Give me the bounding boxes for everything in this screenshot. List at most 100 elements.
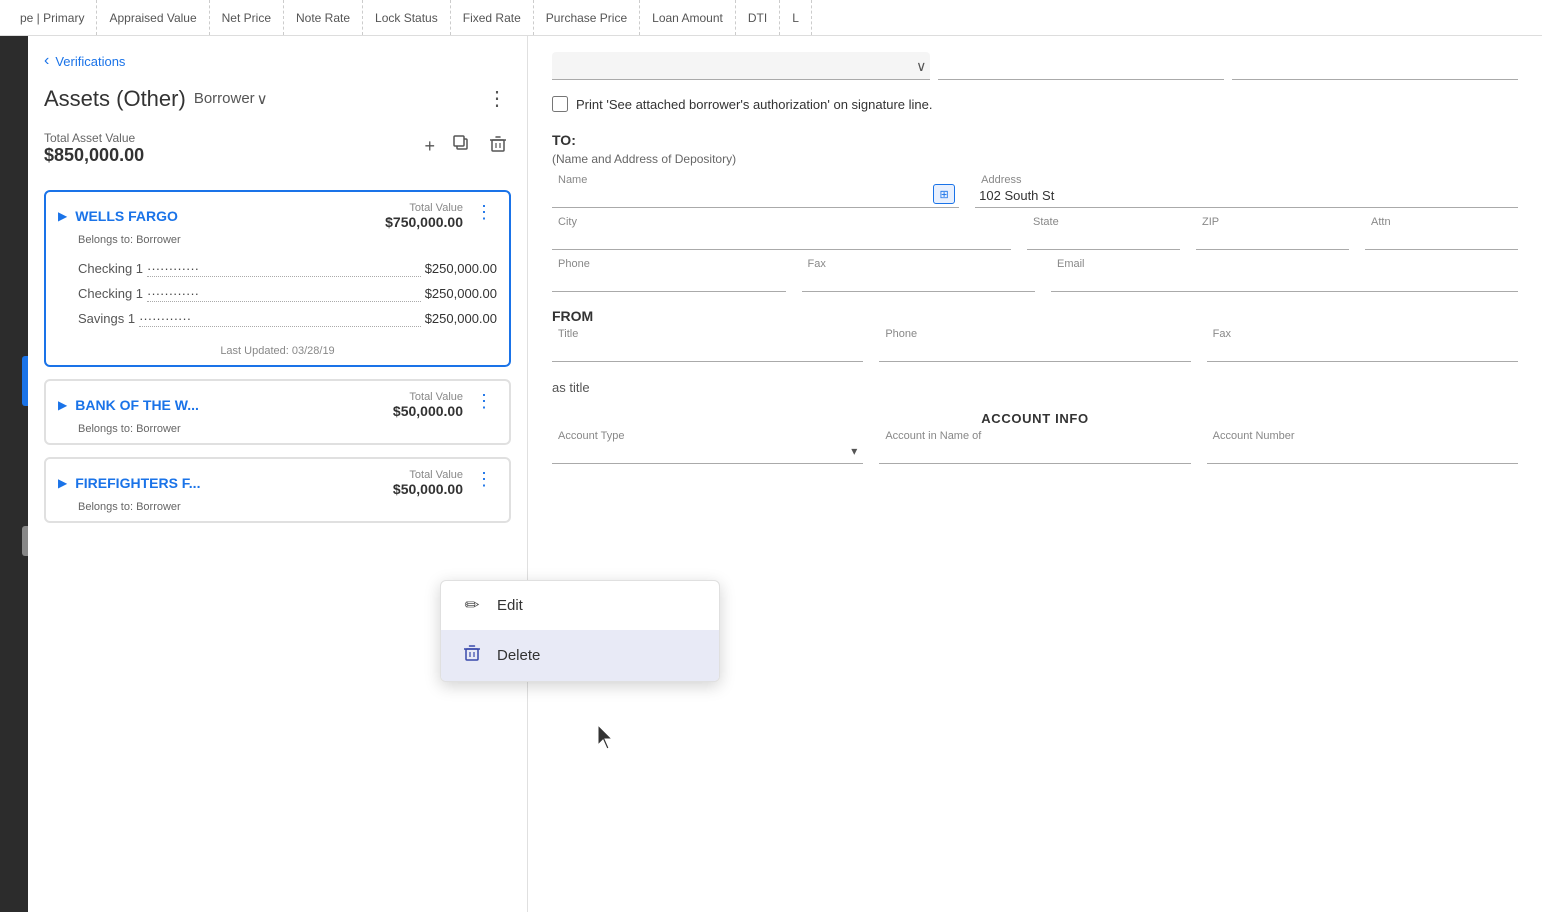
edit-icon: ✏ <box>461 595 483 616</box>
account-number-field-container: Account Number <box>1207 438 1518 464</box>
col-purchase-price: Purchase Price <box>534 0 640 35</box>
expand-icon[interactable]: ▶ <box>58 398 67 412</box>
col-net-price: Net Price <box>210 0 284 35</box>
expand-icon[interactable]: ▶ <box>58 476 67 490</box>
fax-label: Fax <box>806 258 828 270</box>
title-note-text: as title <box>552 380 590 395</box>
from-fax-field-container: Fax <box>1207 336 1518 362</box>
bank-sub-items: Checking 1 ············ $250,000.00 Chec… <box>46 254 509 341</box>
phone-fax-email-row: Phone Fax Email <box>552 266 1518 292</box>
page-more-options-button[interactable]: ⋮ <box>483 82 511 115</box>
breadcrumb[interactable]: ‹ Verifications <box>44 52 511 70</box>
col-lock-status: Lock Status <box>363 0 451 35</box>
total-value: $50,000.00 <box>393 403 463 419</box>
to-sublabel: (Name and Address of Depository) <box>552 152 1518 166</box>
sub-item: Checking 1 ············ $250,000.00 <box>78 283 497 308</box>
copy-asset-button[interactable] <box>449 131 475 162</box>
address-label: Address <box>979 174 1023 186</box>
page-title: Assets (Other) Borrower ∨ <box>44 86 268 112</box>
edit-menu-item[interactable]: ✏ Edit <box>441 581 719 630</box>
back-arrow-icon: ‹ <box>44 52 49 70</box>
sub-item-value: $250,000.00 <box>425 261 497 280</box>
sub-item-value: $250,000.00 <box>425 311 497 330</box>
city-label: City <box>556 216 579 228</box>
top-dropdown-row: ∨ <box>552 52 1518 80</box>
total-value: $50,000.00 <box>393 481 463 497</box>
sub-item-name: Checking 1 <box>78 286 143 305</box>
borrower-dropdown[interactable]: Borrower ∨ <box>194 90 268 108</box>
to-label: TO: <box>552 132 1518 148</box>
bank-menu-button[interactable]: ⋮ <box>471 202 497 223</box>
col-dti: DTI <box>736 0 780 35</box>
add-asset-button[interactable]: + <box>420 132 439 161</box>
sub-item: Checking 1 ············ $250,000.00 <box>78 258 497 283</box>
bank-name: FIREFIGHTERS F... <box>75 475 200 491</box>
dropdown-chevron-icon: ∨ <box>916 58 926 75</box>
sub-item-name: Savings 1 <box>78 311 135 330</box>
from-title-input[interactable] <box>552 336 863 362</box>
delete-asset-button[interactable] <box>485 131 511 162</box>
sub-item: Savings 1 ············ $250,000.00 <box>78 308 497 333</box>
wells-fargo-header: ▶ WELLS FARGO Total Value $750,000.00 ⋮ <box>46 192 509 234</box>
phone-label: Phone <box>556 258 592 270</box>
name-lookup-icon[interactable]: ⊞ <box>933 184 955 204</box>
phone-field-container: Phone <box>552 266 786 292</box>
fax-field-container: Fax <box>802 266 1036 292</box>
col-appraised: Appraised Value <box>97 0 209 35</box>
address-input[interactable] <box>975 182 1518 208</box>
bank-menu-button[interactable]: ⋮ <box>471 391 497 412</box>
account-type-field-container: Account Type Checking Savings Money Mark… <box>552 438 863 464</box>
email-input[interactable] <box>1051 266 1518 292</box>
chevron-down-icon: ∨ <box>257 90 268 108</box>
borrower-label: Borrower <box>194 90 255 107</box>
title-note: as title <box>552 378 1518 403</box>
dots-separator: ············ <box>147 286 421 302</box>
to-section: TO: (Name and Address of Depository) Nam… <box>552 132 1518 292</box>
fax-input[interactable] <box>802 266 1036 292</box>
sidebar-strip <box>0 36 28 912</box>
delete-menu-item[interactable]: Delete <box>441 630 719 681</box>
bank-owner: Belongs to: Borrower <box>66 423 509 443</box>
firefighters-header: ▶ FIREFIGHTERS F... Total Value $50,000.… <box>46 459 509 501</box>
wells-fargo-card: ▶ WELLS FARGO Total Value $750,000.00 ⋮ … <box>44 190 511 367</box>
city-state-zip-row: City State ZIP Attn <box>552 224 1518 250</box>
dots-separator: ············ <box>139 311 421 327</box>
bank-owner: Belongs to: Borrower <box>66 234 509 254</box>
from-phone-input[interactable] <box>879 336 1190 362</box>
from-title-label: Title <box>556 328 580 340</box>
attn-field-container: Attn <box>1365 224 1518 250</box>
account-info-label: ACCOUNT INFO <box>552 411 1518 426</box>
col-type: pe | Primary <box>8 0 97 35</box>
from-title-phone-fax-row: Title Phone Fax <box>552 336 1518 362</box>
edit-label: Edit <box>497 597 523 614</box>
from-phone-label: Phone <box>883 328 919 340</box>
total-value-label: Total Value <box>385 202 463 214</box>
account-type-label: Account Type <box>556 430 626 442</box>
total-value-label: Total Value <box>393 469 463 481</box>
delete-label: Delete <box>497 647 540 664</box>
from-title-field-container: Title <box>552 336 863 362</box>
account-info-row: Account Type Checking Savings Money Mark… <box>552 438 1518 464</box>
bank-of-w-header: ▶ BANK OF THE W... Total Value $50,000.0… <box>46 381 509 423</box>
bank-name: WELLS FARGO <box>75 208 178 224</box>
city-input[interactable] <box>552 224 1011 250</box>
total-asset-block: Total Asset Value $850,000.00 <box>44 131 144 166</box>
bank-of-w-card: ▶ BANK OF THE W... Total Value $50,000.0… <box>44 379 511 445</box>
dots-separator: ············ <box>147 261 421 277</box>
col-loan-amount: Loan Amount <box>640 0 736 35</box>
from-fax-input[interactable] <box>1207 336 1518 362</box>
breadcrumb-label: Verifications <box>55 54 125 69</box>
column-header-bar: pe | Primary Appraised Value Net Price N… <box>0 0 1542 36</box>
from-section: FROM Title Phone Fax as title <box>552 308 1518 403</box>
right-panel: ∨ Print 'See attached borrower's authori… <box>528 36 1542 912</box>
name-field-container: Name ⊞ <box>552 182 959 208</box>
name-input[interactable] <box>552 182 959 208</box>
firefighters-menu-button[interactable]: ⋮ <box>471 469 497 490</box>
firefighters-card: ▶ FIREFIGHTERS F... Total Value $50,000.… <box>44 457 511 523</box>
from-fax-label: Fax <box>1211 328 1233 340</box>
bank-owner: Belongs to: Borrower <box>66 501 509 521</box>
email-label: Email <box>1055 258 1087 270</box>
expand-icon[interactable]: ▶ <box>58 209 67 223</box>
col-note-rate: Note Rate <box>284 0 363 35</box>
authorization-checkbox[interactable] <box>552 96 568 112</box>
